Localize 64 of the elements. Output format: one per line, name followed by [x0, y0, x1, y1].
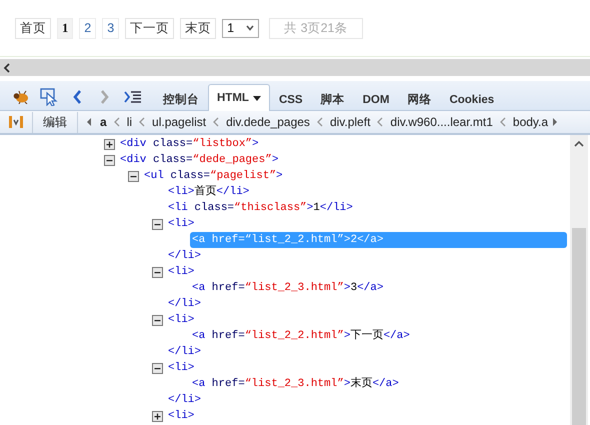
page-select[interactable]: 1	[222, 18, 260, 38]
page-link[interactable]: 2	[79, 18, 96, 38]
chevron-icon	[138, 117, 146, 127]
code-line[interactable]: </li>	[168, 248, 202, 264]
breadcrumb-item[interactable]: ul.pagelist	[150, 115, 208, 129]
scroll-thumb[interactable]	[572, 228, 586, 425]
plus-box-icon[interactable]	[104, 138, 115, 150]
code-line[interactable]: <li>	[168, 360, 194, 376]
breadcrumb-item[interactable]: div.pleft	[328, 115, 372, 129]
minus-box-icon[interactable]	[104, 154, 115, 166]
panel-tab[interactable]: 控制台	[154, 87, 208, 111]
layout-icon[interactable]	[8, 115, 24, 129]
breadcrumb-item[interactable]: body.a	[510, 115, 550, 129]
code-line[interactable]: <li>	[168, 216, 194, 232]
caret-icon	[252, 96, 261, 100]
code-line[interactable]: <li>	[168, 408, 194, 424]
breadcrumb-item[interactable]: div.w960....lear.mt1	[388, 115, 495, 129]
code-line[interactable]: <li class=“thisclass”>1</li>	[168, 200, 353, 216]
panel-tab[interactable]: DOM	[354, 87, 398, 111]
chevron-icon	[112, 117, 121, 127]
minus-box-icon[interactable]	[152, 218, 163, 230]
code-line[interactable]: <li>	[168, 312, 194, 328]
code-line[interactable]: </li>	[168, 296, 202, 312]
chevron-icon	[376, 117, 384, 127]
code-line[interactable]: <li>	[168, 264, 194, 280]
code-line[interactable]: <a href=“list_2_2.html”>下一页</a>	[192, 328, 410, 344]
chevron-icon	[316, 117, 324, 127]
page-link[interactable]: 3	[102, 18, 120, 38]
horizontal-scrollbar[interactable]	[0, 59, 590, 76]
minus-box-icon[interactable]	[152, 362, 163, 374]
scroll-right-icon[interactable]	[552, 118, 558, 126]
panel-tab[interactable]: CSS	[270, 87, 312, 111]
code-line[interactable]: <div class=“listbox”>	[120, 136, 259, 152]
minus-box-icon[interactable]	[128, 170, 139, 182]
code-line[interactable]: <li>首页</li>	[168, 184, 250, 200]
code-line[interactable]: <a href=“list_2_3.html”>末页</a>	[192, 376, 399, 392]
vertical-scrollbar[interactable]	[570, 135, 588, 425]
page-link[interactable]: 末页	[180, 18, 216, 38]
plus-box-icon[interactable]	[152, 410, 163, 422]
edit-button[interactable]: 编辑	[32, 112, 78, 132]
chevron-icon	[498, 117, 507, 127]
minus-box-icon[interactable]	[152, 314, 163, 326]
code-line[interactable]: <a href=“list_2_3.html”>3</a>	[192, 280, 384, 296]
code-line[interactable]: </li>	[168, 392, 202, 408]
panel-tab[interactable]: 脚本	[312, 87, 354, 111]
chevron-icon	[212, 117, 220, 127]
scroll-left-icon[interactable]	[86, 118, 92, 126]
minus-box-icon[interactable]	[152, 266, 163, 278]
breadcrumb-item[interactable]: a	[98, 115, 109, 129]
page-info: 共 3页21条	[269, 18, 362, 38]
page-link[interactable]: 1	[57, 18, 74, 38]
page-link[interactable]: 下一页	[125, 18, 174, 38]
panel-tab[interactable]: Cookies	[440, 87, 504, 111]
code-line[interactable]: </li>	[168, 344, 202, 360]
breadcrumb-item[interactable]: div.dede_pages	[224, 115, 312, 129]
caret-icon	[246, 25, 254, 31]
breadcrumb-item[interactable]: li	[124, 115, 134, 129]
code-line[interactable]: <ul class=“pagelist”>	[144, 168, 283, 184]
scroll-up-icon[interactable]	[574, 140, 584, 148]
code-line[interactable]: <div class=“dede_pages”>	[120, 152, 278, 168]
page-link[interactable]: 首页	[15, 18, 51, 38]
panel-tab[interactable]: HTML	[208, 84, 270, 111]
panel-tab[interactable]: 网络	[398, 87, 440, 111]
scroll-left-icon[interactable]	[3, 62, 11, 72]
